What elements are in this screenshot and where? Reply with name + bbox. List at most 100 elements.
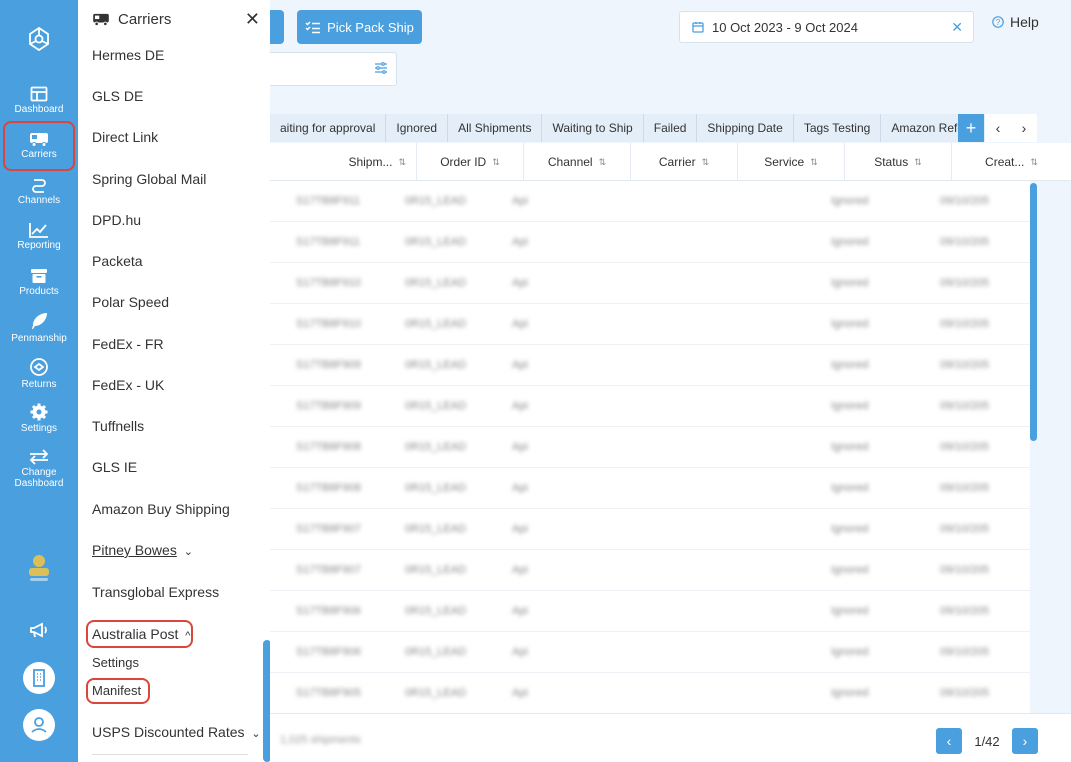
sidebar-item-label: Returns (21, 379, 57, 390)
carrier-polar-speed[interactable]: Polar Speed (92, 294, 169, 310)
table-row[interactable]: S17TB8F908 0R15_LEAD Api Ignored 09/10/205 (270, 468, 1030, 509)
tab-shipping-date[interactable]: Shipping Date (697, 114, 794, 142)
sidebar-item-returns[interactable]: Returns (0, 357, 78, 390)
sidebar-item-settings[interactable]: Settings (0, 403, 78, 434)
table-cell: S17TB8F908 (296, 441, 361, 453)
table-cell: S17TB8F907 (296, 523, 361, 535)
column-header[interactable]: Shipm... ⇅ (280, 143, 416, 181)
tab-ignored[interactable]: Ignored (386, 114, 449, 142)
table-row[interactable]: S17TB8F906 0R15_LEAD Api Ignored 09/10/205 (270, 632, 1030, 673)
avatar (29, 555, 49, 581)
megaphone-icon[interactable] (0, 621, 78, 641)
carrier-transglobal-express[interactable]: Transglobal Express (92, 584, 219, 600)
sidebar-item-reporting[interactable]: Reporting (0, 222, 78, 251)
carrier-fedex-fr[interactable]: FedEx - FR (92, 336, 164, 352)
divider (92, 754, 248, 755)
table-row[interactable]: S17TB8F906 0R15_LEAD Api Ignored 09/10/205 (270, 591, 1030, 632)
table-cell: S17TB8F910 (296, 318, 361, 330)
column-header[interactable]: Creat... ⇅ (951, 143, 1071, 181)
carrier-spring-global-mail[interactable]: Spring Global Mail (92, 171, 206, 187)
carrier-amazon-buy-shipping[interactable]: Amazon Buy Shipping (92, 501, 230, 517)
page-indicator: 1/42 (974, 733, 1000, 749)
user-avatar-top[interactable] (0, 550, 78, 584)
column-header[interactable]: Service ⇅ (737, 143, 844, 181)
column-label: Carrier (658, 155, 696, 169)
sliders-icon[interactable] (374, 62, 388, 74)
sidebar-item-change-dashboard[interactable]: Change Dashboard (0, 449, 78, 489)
add-tab-button[interactable]: + (958, 114, 984, 142)
table-cell: 09/10/205 (940, 605, 989, 617)
date-range-value: 10 Oct 2023 - 9 Oct 2024 (712, 19, 858, 35)
table-cell: 0R15_LEAD (405, 482, 467, 494)
tab-waiting-for-approval[interactable]: aiting for approval (270, 114, 387, 142)
table-cell: 09/10/205 (940, 318, 989, 330)
submenu-settings[interactable]: Settings (92, 655, 139, 670)
logo-icon[interactable] (0, 26, 78, 54)
help-label: Help (1010, 14, 1039, 30)
toolbar-button-partial[interactable] (270, 10, 284, 44)
table-cell: S17TB8F911 (296, 195, 361, 207)
search-filter-box[interactable] (270, 52, 397, 86)
column-header[interactable]: Carrier ⇅ (630, 143, 737, 181)
table-row[interactable]: S17TB8F907 0R15_LEAD Api Ignored 09/10/205 (270, 509, 1030, 550)
tab-all-shipments[interactable]: All Shipments (448, 114, 543, 142)
tab-waiting-to-ship[interactable]: Waiting to Ship (542, 114, 644, 142)
table-scrollbar[interactable] (1030, 183, 1037, 441)
table-cell: Api (512, 564, 528, 576)
table-row[interactable]: S17TB8F905 0R15_LEAD Api Ignored 09/10/205 (270, 673, 1030, 714)
table-row[interactable]: S17TB8F909 0R15_LEAD Api Ignored 09/10/205 (270, 386, 1030, 427)
panel-title: Carriers (118, 10, 172, 28)
view-tabs: aiting for approval Ignored All Shipment… (270, 114, 992, 142)
building-icon (23, 662, 55, 694)
table-row[interactable]: S17TB8F908 0R15_LEAD Api Ignored 09/10/205 (270, 427, 1030, 468)
tabs-next-icon[interactable]: › (1011, 114, 1037, 142)
table-cell: S17TB8F909 (296, 359, 361, 371)
carrier-usps-discounted-rates[interactable]: USPS Discounted Rates ⌄ (92, 724, 261, 740)
table-cell: Ignored (831, 564, 869, 576)
sidebar-item-dashboard[interactable]: Dashboard (0, 86, 78, 115)
sidebar-item-channels[interactable]: Channels (0, 177, 78, 206)
table-cell: Api (512, 605, 528, 617)
column-header[interactable]: Status ⇅ (844, 143, 951, 181)
table-cell: Ignored (831, 359, 869, 371)
table-cell: S17TB8F908 (296, 482, 361, 494)
carrier-hermes-de[interactable]: Hermes DE (92, 47, 164, 63)
carrier-gls-ie[interactable]: GLS IE (92, 459, 137, 475)
carrier-packeta[interactable]: Packeta (92, 253, 143, 269)
prev-page-button[interactable]: ‹ (936, 728, 962, 754)
table-cell: 0R15_LEAD (405, 687, 467, 699)
building-button[interactable] (0, 662, 78, 696)
table-row[interactable]: S17TB8F907 0R15_LEAD Api Ignored 09/10/205 (270, 550, 1030, 591)
close-icon[interactable]: ✕ (245, 9, 260, 30)
clear-icon[interactable]: ✕ (951, 19, 963, 36)
tab-failed[interactable]: Failed (643, 114, 698, 142)
tab-tags-testing[interactable]: Tags Testing (793, 114, 882, 142)
sidebar-item-label: Change Dashboard (14, 467, 64, 489)
channels-icon (32, 179, 46, 193)
table-cell: S17TB8F905 (296, 687, 361, 699)
table-cell: 0R15_LEAD (405, 400, 467, 412)
carrier-gls-de[interactable]: GLS DE (92, 88, 143, 104)
next-page-button[interactable]: › (1012, 728, 1038, 754)
tabs-prev-icon[interactable]: ‹ (985, 114, 1011, 142)
table-cell: S17TB8F911 (296, 236, 361, 248)
carrier-pitney-bowes[interactable]: Pitney Bowes ⌄ (92, 542, 193, 558)
column-header[interactable]: Order ID ⇅ (416, 143, 523, 181)
column-header[interactable]: Channel ⇅ (523, 143, 630, 181)
pick-pack-ship-button[interactable]: Pick Pack Ship (297, 10, 422, 44)
profile-button[interactable] (0, 709, 78, 743)
table-row[interactable]: S17TB8F910 0R15_LEAD Api Ignored 09/10/205 (270, 263, 1030, 304)
carrier-direct-link[interactable]: Direct Link (92, 129, 158, 145)
sort-icon: ⇅ (1030, 156, 1038, 167)
sidebar-item-penmanship[interactable]: Penmanship (0, 311, 78, 344)
table-row[interactable]: S17TB8F909 0R15_LEAD Api Ignored 09/10/205 (270, 345, 1030, 386)
sidebar-item-products[interactable]: Products (0, 268, 78, 297)
table-row[interactable]: S17TB8F911 0R15_LEAD Api Ignored 09/10/205 (270, 181, 1030, 222)
carrier-tuffnells[interactable]: Tuffnells (92, 418, 144, 434)
table-row[interactable]: S17TB8F910 0R15_LEAD Api Ignored 09/10/205 (270, 304, 1030, 345)
date-range-picker[interactable]: 10 Oct 2023 - 9 Oct 2024 ✕ (679, 11, 974, 43)
carrier-fedex-uk[interactable]: FedEx - UK (92, 377, 164, 393)
table-row[interactable]: S17TB8F911 0R15_LEAD Api Ignored 09/10/205 (270, 222, 1030, 263)
help-link[interactable]: ? Help (992, 14, 1039, 30)
carrier-dpd-hu[interactable]: DPD.hu (92, 212, 141, 228)
